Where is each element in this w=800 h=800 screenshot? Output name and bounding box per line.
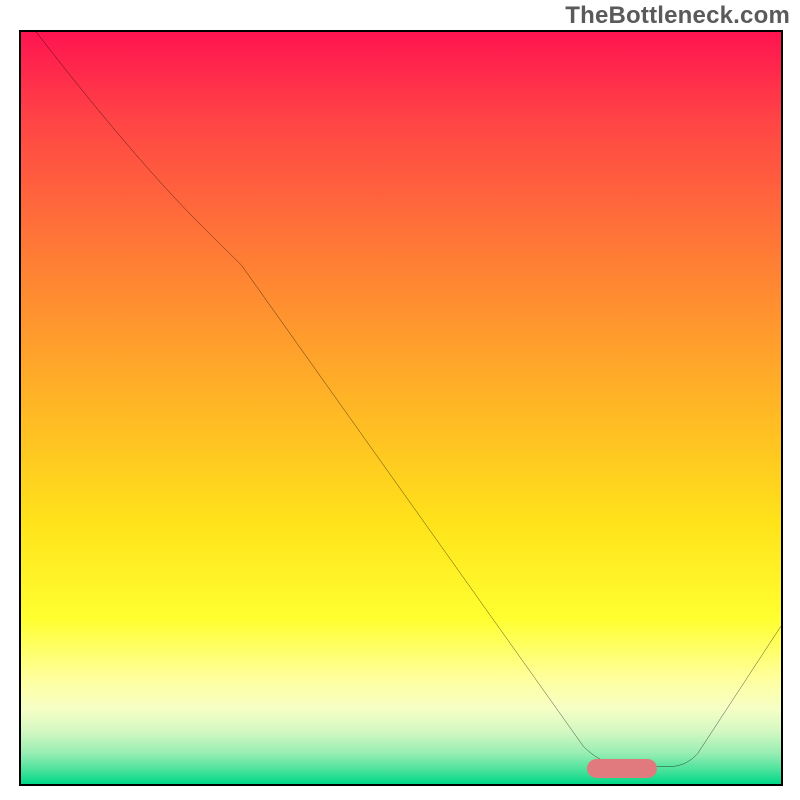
chart-plot-area: [19, 30, 783, 786]
curve-path: [36, 32, 781, 767]
optimal-range-marker: [587, 759, 657, 778]
watermark-text: TheBottleneck.com: [565, 2, 790, 30]
bottleneck-curve: [21, 32, 781, 784]
